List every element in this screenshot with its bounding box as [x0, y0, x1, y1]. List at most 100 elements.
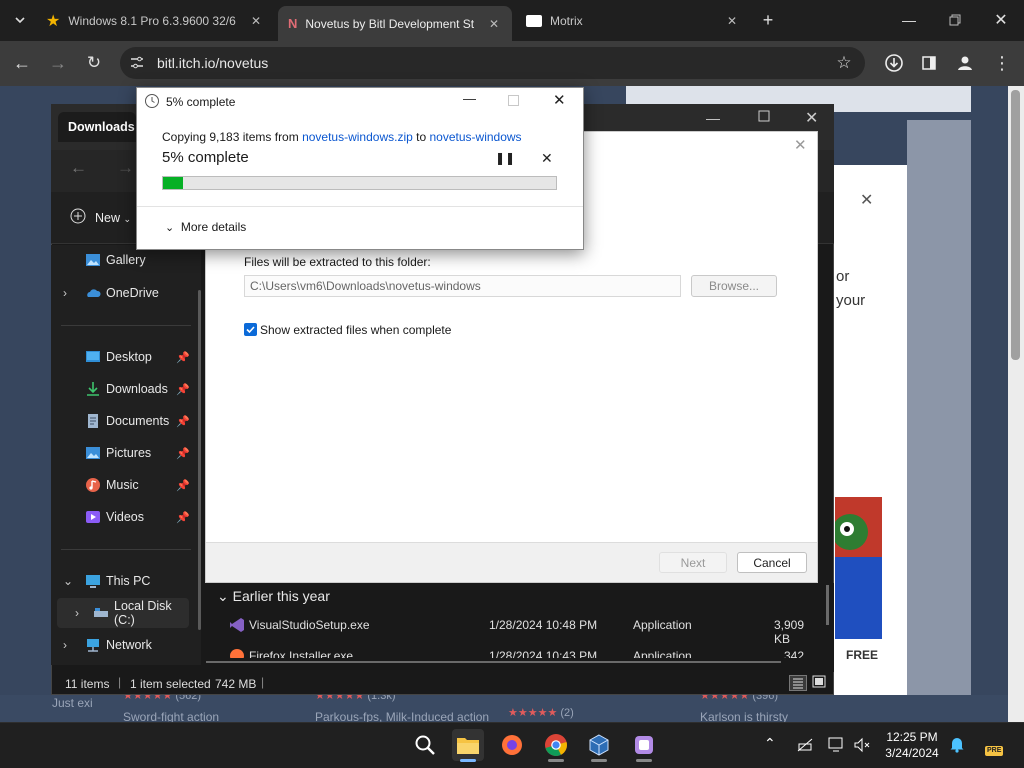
file-list-hscrollbar[interactable]: [206, 661, 781, 663]
copy-progress-text: 5% complete: [162, 149, 249, 166]
nav-item-desktop[interactable]: Desktop 📌: [51, 342, 201, 372]
extract-path-input[interactable]: [244, 275, 681, 297]
site-info-icon[interactable]: [129, 55, 145, 71]
file-explorer-taskbar-icon[interactable]: [452, 729, 484, 761]
file-list-vscrollbar[interactable]: [826, 585, 829, 625]
pin-icon[interactable]: 📌: [176, 447, 190, 460]
nav-label: OneDrive: [106, 286, 159, 300]
copy-source-link[interactable]: novetus-windows.zip: [302, 130, 413, 144]
selected-size: 742 MB: [215, 677, 257, 691]
tab-title: Motrix: [550, 13, 583, 28]
pin-icon[interactable]: 📌: [176, 383, 190, 396]
bookmark-star-icon[interactable]: ☆: [830, 49, 858, 77]
page-scrollbar-thumb[interactable]: [1011, 90, 1020, 360]
cancel-button[interactable]: Cancel: [737, 552, 807, 573]
pin-icon[interactable]: 📌: [176, 351, 190, 364]
nav-label: Documents: [106, 414, 170, 428]
reload-button[interactable]: ↻: [80, 49, 108, 77]
explorer-back-button[interactable]: ←: [70, 158, 87, 178]
copy-minimize-button[interactable]: —: [463, 91, 476, 106]
notification-bell-icon[interactable]: [948, 735, 966, 753]
explorer-forward-button[interactable]: →: [117, 158, 134, 178]
web-partial-text: Just exi: [52, 696, 93, 710]
show-files-checkbox[interactable]: [244, 323, 257, 336]
tiles-view-icon[interactable]: [811, 675, 829, 691]
popup-close-icon[interactable]: ✕: [860, 190, 878, 209]
network-disconnected-icon[interactable]: [796, 737, 814, 753]
volume-muted-icon[interactable]: [853, 736, 871, 754]
nav-item-documents[interactable]: Documents 📌: [51, 406, 201, 436]
nav-item-pictures[interactable]: Pictures 📌: [51, 438, 201, 468]
popup-text-line: your: [836, 292, 866, 309]
nav-item-music[interactable]: Music 📌: [51, 470, 201, 500]
close-window-button[interactable]: ✕: [987, 6, 1015, 34]
new-button-label[interactable]: New ⌄: [95, 211, 131, 225]
nav-item-onedrive[interactable]: › OneDrive: [51, 278, 201, 308]
firefox-taskbar-icon[interactable]: [496, 729, 528, 761]
nav-label: Downloads: [106, 382, 168, 396]
copy-maximize-button[interactable]: [508, 95, 520, 107]
copy-close-button[interactable]: ✕: [553, 91, 566, 109]
tab-search-button[interactable]: [6, 6, 34, 34]
nav-item-videos[interactable]: Videos 📌: [51, 502, 201, 532]
side-panel-button[interactable]: [915, 49, 943, 77]
chevron-up-icon[interactable]: ⌃: [764, 735, 776, 752]
file-group-header[interactable]: ⌄ Earlier this year: [217, 588, 330, 605]
popup-partial-text: or your: [836, 265, 865, 313]
new-plus-icon[interactable]: [70, 208, 86, 224]
pre-release-badge: PRE: [985, 746, 1004, 756]
minimize-button[interactable]: —: [895, 6, 923, 34]
tab-novetus[interactable]: N Novetus by Bitl Development St ✕: [278, 6, 512, 41]
explorer-close-button[interactable]: ✕: [805, 108, 818, 128]
virtualbox-taskbar-icon[interactable]: [583, 729, 615, 761]
nav-item-network[interactable]: › Network: [51, 630, 201, 660]
wizard-close-button[interactable]: ✕: [794, 136, 807, 154]
stop-icon[interactable]: ✕: [541, 150, 553, 167]
download-icon: [885, 54, 903, 72]
visual-studio-icon: [229, 617, 245, 633]
nav-item-local-disk[interactable]: › Local Disk (C:): [57, 598, 189, 628]
more-details-toggle[interactable]: ⌄ More details: [165, 220, 246, 234]
pin-icon[interactable]: 📌: [176, 479, 190, 492]
tab-windows[interactable]: ★ Windows 8.1 Pro 6.3.9600 32/6 ✕: [36, 6, 274, 35]
forward-button[interactable]: →: [44, 49, 72, 77]
browse-button[interactable]: Browse...: [691, 275, 777, 297]
file-row[interactable]: VisualStudioSetup.exe 1/28/2024 10:48 PM…: [211, 612, 821, 646]
explorer-minimize-button[interactable]: —: [706, 110, 730, 126]
close-tab-icon[interactable]: ✕: [486, 16, 502, 32]
details-view-icon[interactable]: [789, 675, 807, 691]
copy-dialog-title: 5% complete: [166, 95, 236, 109]
file-row[interactable]: Firefox Installer.exe 1/28/2024 10:43 PM…: [211, 640, 821, 658]
profile-button[interactable]: [951, 49, 979, 77]
tab-motrix[interactable]: Motrix ✕: [516, 6, 750, 35]
next-button[interactable]: Next: [659, 552, 727, 573]
downloads-button[interactable]: [880, 49, 908, 77]
pin-icon[interactable]: 📌: [176, 511, 190, 524]
close-tab-icon[interactable]: ✕: [248, 13, 264, 29]
extract-folder-label: Files will be extracted to this folder:: [244, 255, 431, 269]
back-button[interactable]: ←: [8, 49, 36, 77]
menu-kebab-icon[interactable]: ⋮: [988, 49, 1016, 77]
game-cover-image[interactable]: [835, 497, 882, 639]
nav-scrollbar[interactable]: [198, 290, 201, 630]
nav-label: Gallery: [106, 253, 146, 267]
close-tab-icon[interactable]: ✕: [724, 13, 740, 29]
restore-button[interactable]: [941, 6, 969, 34]
status-separator: |: [261, 675, 265, 689]
chrome-taskbar-icon[interactable]: [540, 729, 572, 761]
new-tab-button[interactable]: +: [754, 6, 782, 34]
pin-icon[interactable]: 📌: [176, 415, 190, 428]
nav-item-downloads[interactable]: Downloads 📌: [51, 374, 201, 404]
display-icon[interactable]: [828, 736, 846, 754]
nav-item-this-pc[interactable]: ⌄ This PC: [51, 566, 201, 596]
motrix-taskbar-icon[interactable]: [628, 729, 660, 761]
pause-icon[interactable]: ❚❚: [495, 151, 515, 165]
explorer-maximize-button[interactable]: [758, 110, 774, 126]
side-panel-icon: [922, 56, 936, 70]
copy-destination-link[interactable]: novetus-windows: [430, 130, 522, 144]
firefox-icon: [229, 648, 245, 658]
clock[interactable]: 12:25 PM 3/24/2024: [880, 729, 944, 761]
search-icon[interactable]: [409, 729, 441, 761]
videos-icon: [85, 509, 101, 525]
chevron-right-icon: ›: [63, 286, 67, 300]
